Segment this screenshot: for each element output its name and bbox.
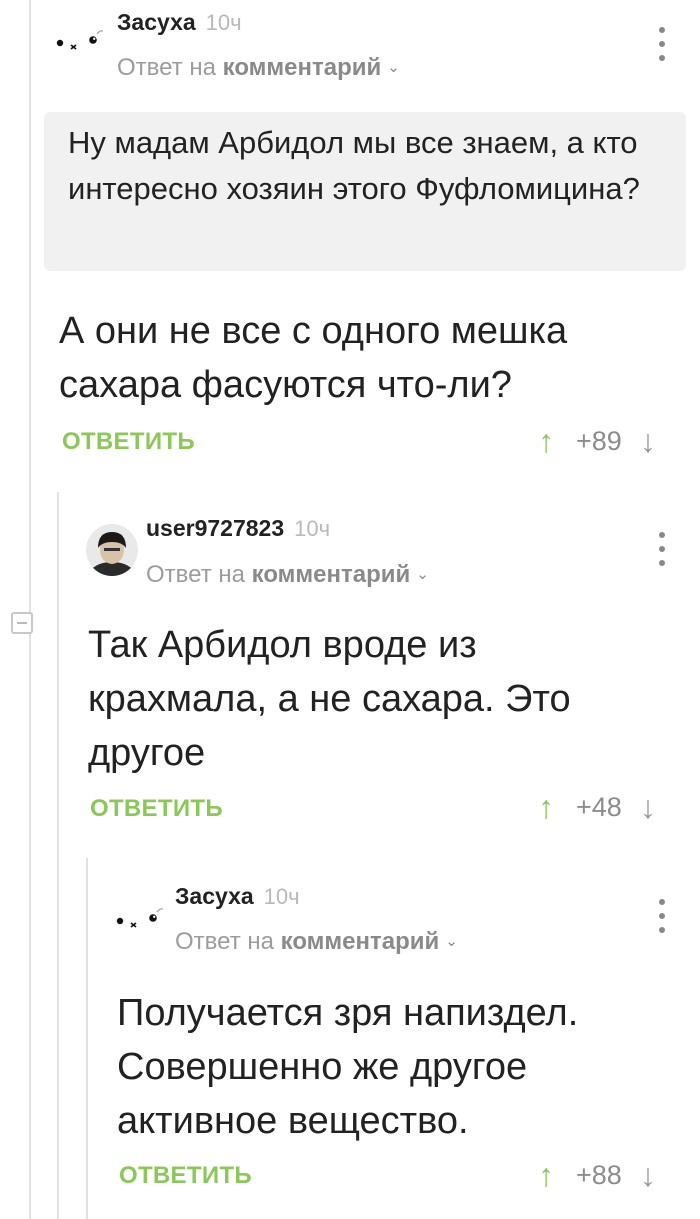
timestamp: 10ч	[205, 10, 242, 35]
reply-prefix: Ответ на	[117, 54, 216, 81]
more-menu-button[interactable]	[656, 532, 668, 566]
username-text[interactable]: Засуха	[175, 883, 254, 909]
upvote-icon[interactable]: ↑	[538, 425, 554, 457]
collapse-thread-button[interactable]	[11, 612, 33, 634]
reply-target[interactable]: комментарий	[223, 54, 382, 81]
more-menu-button[interactable]	[656, 27, 668, 61]
thread-line-level-3	[86, 858, 88, 1219]
reply-button[interactable]: ОТВЕТИТЬ	[119, 1162, 252, 1190]
comment-text: Так Арбидол вроде из крахмала, а не саха…	[88, 624, 571, 774]
username-text[interactable]: Засуха	[117, 9, 196, 35]
username[interactable]: user9727823 10ч	[146, 515, 330, 542]
reply-prefix: Ответ на	[175, 928, 274, 955]
dot-icon	[659, 41, 665, 47]
avatar[interactable]	[52, 12, 104, 64]
dot-icon	[659, 913, 665, 919]
reply-button[interactable]: ОТВЕТИТЬ	[62, 428, 195, 456]
dot-icon	[659, 55, 665, 61]
downvote-icon[interactable]: ↓	[640, 1159, 656, 1191]
timestamp: 10ч	[294, 516, 331, 541]
reply-target[interactable]: комментарий	[281, 928, 440, 955]
dot-icon	[659, 560, 665, 566]
chevron-down-icon[interactable]: ⌄	[445, 932, 458, 950]
dot-icon	[659, 546, 665, 552]
reply-prefix: Ответ на	[146, 561, 245, 588]
timestamp: 10ч	[263, 884, 300, 909]
downvote-icon[interactable]: ↓	[640, 791, 656, 823]
avatar[interactable]	[86, 524, 138, 576]
username[interactable]: Засуха 10ч	[117, 9, 242, 36]
chevron-down-icon[interactable]: ⌄	[416, 565, 429, 583]
vote-controls: ↑ +48 ↓	[538, 790, 656, 824]
reply-to-link[interactable]: Ответ на комментарий ⌄	[175, 928, 458, 956]
dot-icon	[659, 27, 665, 33]
username-text[interactable]: user9727823	[146, 515, 284, 541]
rating-count: +48	[576, 791, 622, 822]
comment-text: А они не все с одного мешка сахара фасую…	[59, 310, 568, 406]
rating-count: +89	[576, 425, 622, 456]
vote-controls: ↑ +89 ↓	[538, 424, 656, 458]
reply-to-link[interactable]: Ответ на комментарий ⌄	[146, 561, 429, 589]
upvote-icon[interactable]: ↑	[538, 791, 554, 823]
vote-controls: ↑ +88 ↓	[538, 1158, 656, 1192]
user-photo-avatar	[86, 524, 138, 576]
downvote-icon[interactable]: ↓	[640, 425, 656, 457]
avatar[interactable]	[112, 890, 164, 942]
reply-button[interactable]: ОТВЕТИТЬ	[90, 795, 223, 823]
thread-line-level-2	[57, 492, 59, 1219]
rating-count: +88	[576, 1159, 622, 1190]
upvote-icon[interactable]: ↑	[538, 1159, 554, 1191]
quoted-comment[interactable]: Ну мадам Арбидол мы все знаем, а кто инт…	[44, 112, 686, 271]
chevron-down-icon[interactable]: ⌄	[387, 58, 400, 76]
comment-text: Получается зря напиздел. Совершенно же д…	[117, 992, 579, 1142]
dot-icon	[659, 899, 665, 905]
reply-target[interactable]: комментарий	[252, 561, 411, 588]
dot-icon	[659, 927, 665, 933]
cat-face-icon	[116, 908, 164, 928]
thread-line-level-1	[29, 0, 31, 1219]
cat-face-icon	[56, 30, 104, 50]
reply-to-link[interactable]: Ответ на комментарий ⌄	[117, 54, 400, 82]
dot-icon	[659, 532, 665, 538]
username[interactable]: Засуха 10ч	[175, 883, 300, 910]
more-menu-button[interactable]	[656, 899, 668, 933]
